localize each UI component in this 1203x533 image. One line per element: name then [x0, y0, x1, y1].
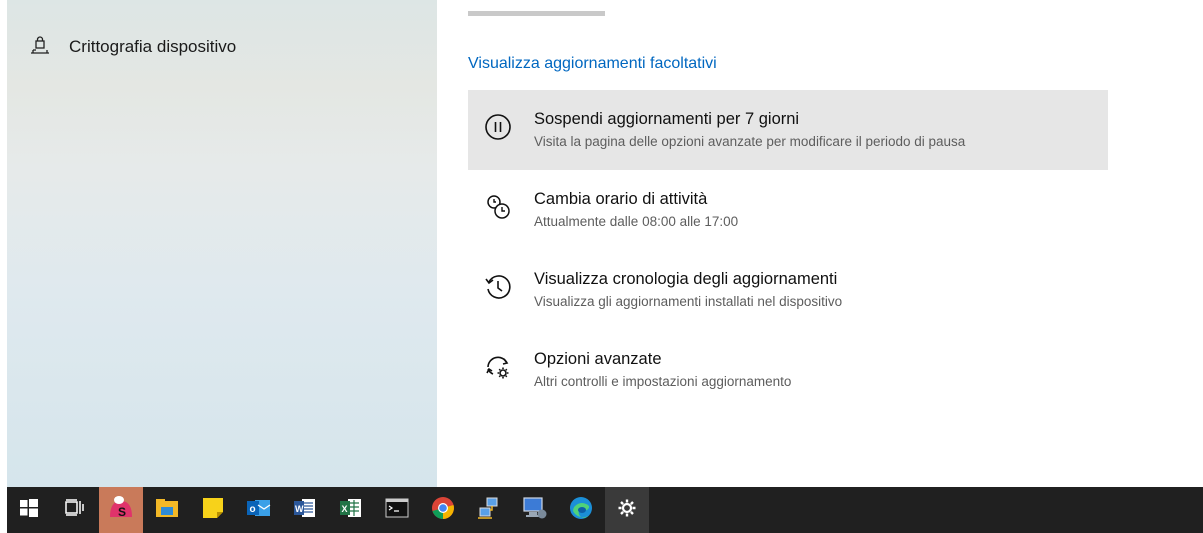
- settings-gear-icon: [617, 498, 637, 523]
- app-s-icon: S: [107, 495, 135, 526]
- advanced-sync-gear-icon: [482, 351, 514, 383]
- optional-updates-link[interactable]: Visualizza aggiornamenti facoltativi: [468, 55, 717, 73]
- option-subtitle: Visita la pagina delle opzioni avanzate …: [534, 134, 966, 149]
- chrome-icon: [431, 496, 455, 525]
- svg-text:o: o: [250, 504, 256, 515]
- word-icon: W: [293, 497, 317, 524]
- update-history-option[interactable]: Visualizza cronologia degli aggiornament…: [468, 250, 1108, 330]
- network-icon: [477, 496, 501, 525]
- start-icon: [20, 498, 38, 522]
- option-subtitle: Visualizza gli aggiornamenti installati …: [534, 294, 843, 309]
- edge-button[interactable]: [559, 487, 603, 533]
- command-prompt-button[interactable]: [375, 487, 419, 533]
- sidebar-item-label: Crittografia dispositivo: [69, 37, 237, 56]
- laptop-lock-icon: [29, 36, 51, 58]
- command-prompt-icon: [385, 498, 409, 523]
- outlook-icon: o: [246, 496, 272, 525]
- option-subtitle: Attualmente dalle 08:00 alle 17:00: [534, 214, 739, 229]
- excel-button[interactable]: X: [329, 487, 373, 533]
- sticky-notes-button[interactable]: [191, 487, 235, 533]
- settings-button[interactable]: [605, 487, 649, 533]
- app-s-button[interactable]: S: [99, 487, 143, 533]
- task-view-button[interactable]: [53, 487, 97, 533]
- taskbar: S o W X: [7, 487, 1203, 533]
- svg-text:X: X: [342, 504, 348, 514]
- start-button[interactable]: [7, 487, 51, 533]
- option-subtitle: Altri controlli e impostazioni aggiornam…: [534, 374, 792, 389]
- active-hours-option[interactable]: Cambia orario di attività Attualmente da…: [468, 170, 1108, 250]
- outlook-button[interactable]: o: [237, 487, 281, 533]
- option-title: Sospendi aggiornamenti per 7 giorni: [534, 110, 800, 128]
- windows-update-pane: Visualizza aggiornamenti facoltativi Sos…: [437, 0, 1203, 487]
- svg-text:S: S: [118, 505, 126, 519]
- scroll-indicator: [468, 11, 605, 16]
- active-hours-icon: [482, 191, 514, 223]
- edge-icon: [569, 496, 593, 525]
- computer-icon: [522, 496, 548, 525]
- task-view-icon: [65, 498, 85, 522]
- computer-button[interactable]: [513, 487, 557, 533]
- sticky-notes-icon: [202, 497, 224, 524]
- option-title: Visualizza cronologia degli aggiornament…: [534, 270, 838, 288]
- svg-text:W: W: [295, 504, 304, 514]
- file-explorer-button[interactable]: [145, 487, 189, 533]
- file-explorer-icon: [155, 498, 179, 523]
- pause-icon: [482, 111, 514, 143]
- option-title: Opzioni avanzate: [534, 350, 662, 368]
- history-icon: [482, 271, 514, 303]
- settings-sidebar: Crittografia dispositivo: [7, 0, 437, 487]
- network-button[interactable]: [467, 487, 511, 533]
- word-button[interactable]: W: [283, 487, 327, 533]
- sidebar-item-device-encryption[interactable]: Crittografia dispositivo: [29, 36, 236, 58]
- pause-updates-option[interactable]: Sospendi aggiornamenti per 7 giorni Visi…: [468, 90, 1108, 170]
- chrome-button[interactable]: [421, 487, 465, 533]
- excel-icon: X: [339, 497, 363, 524]
- advanced-options[interactable]: Opzioni avanzate Altri controlli e impos…: [468, 330, 1108, 410]
- option-title: Cambia orario di attività: [534, 190, 708, 208]
